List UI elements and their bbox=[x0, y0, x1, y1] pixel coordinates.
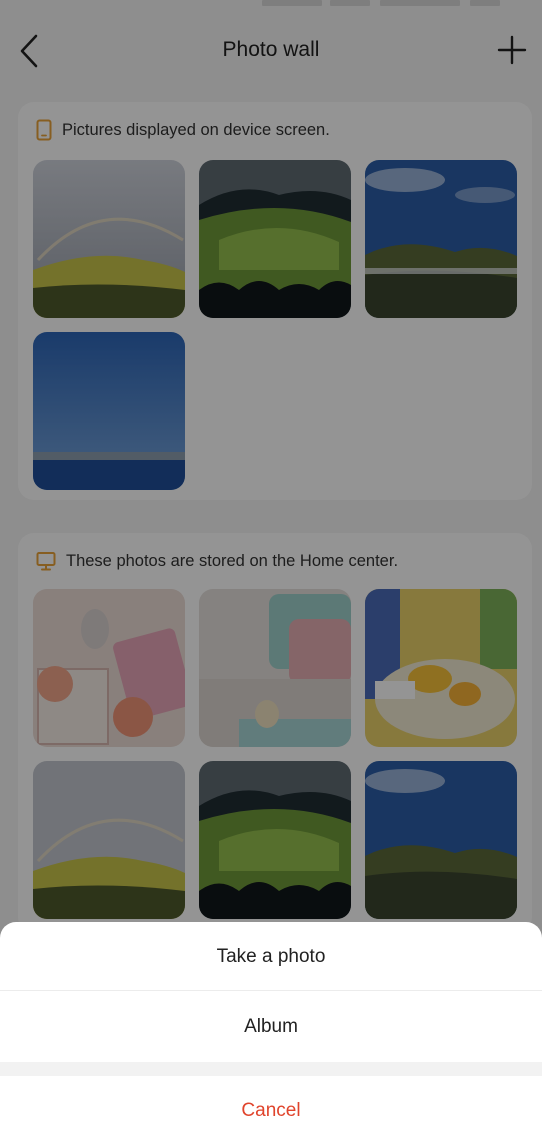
divider bbox=[0, 990, 542, 991]
action-sheet: Take a photo Album Cancel bbox=[0, 922, 542, 1142]
album-option[interactable]: Album bbox=[0, 1016, 542, 1038]
take-photo-option[interactable]: Take a photo bbox=[0, 946, 542, 968]
cancel-button[interactable]: Cancel bbox=[0, 1100, 542, 1122]
divider bbox=[0, 1062, 542, 1076]
